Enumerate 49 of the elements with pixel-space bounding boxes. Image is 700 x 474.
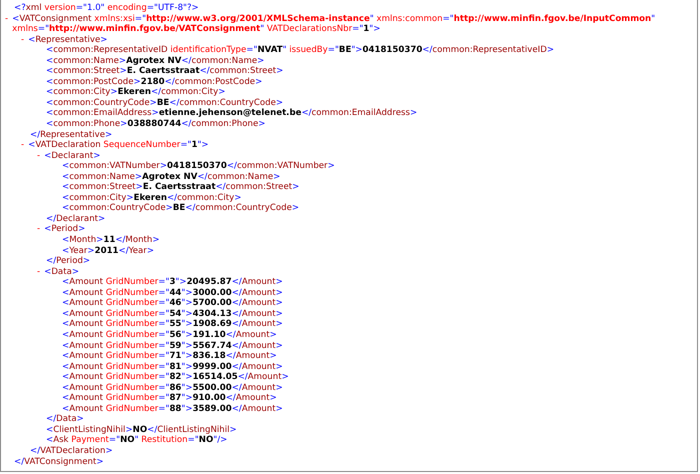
xml-line: <common:VATNumber>0418150370</common:VATNumber> xyxy=(62,161,336,172)
xml-line: <common:PostCode>2180</common:PostCode> xyxy=(46,76,264,88)
collapse-toggle[interactable]: - xyxy=(37,224,40,236)
xml-line: <common:CountryCode>BE</common:CountryCode> xyxy=(46,98,284,108)
xml-line: </VATConsignment> xyxy=(14,456,105,468)
xml-line: <Amount GridNumber="54">4304.13</Amount> xyxy=(62,308,284,320)
xml-line: <Amount GridNumber="55">1908.69</Amount> xyxy=(62,319,284,330)
xml-line: <common:RepresentativeID identificationType="NVAT" issuedBy="BE">0418150370</common:RepresentativeID> xyxy=(46,45,556,56)
xml-line: <Data> xyxy=(44,266,80,278)
xml-line: <common:Name>Agrotex NV</common:Name> xyxy=(46,56,266,66)
xml-line: <common:Street>E. Caertsstraat</common:Street> xyxy=(46,66,284,77)
xml-line: <VATConsignment xmlns:xsi="http://www.w3.org/2001/XMLSchema-instance" xmlns:common="http://www.minfin.fgov.be/InputCommon" xmlns="http://www.minfin.fgov.be/VATConsignment" VATDeclarationsNbr="1"> xyxy=(12,14,656,35)
xml-line: <Amount GridNumber="88">3589.00</Amount> xyxy=(62,404,284,414)
xml-line: </Period> xyxy=(46,256,92,267)
xml-line: <Period> xyxy=(44,224,86,236)
xml-line: </Data> xyxy=(46,414,85,425)
xml-line: <ClientListingNihil>NO</ClientListingNihil> xyxy=(46,424,238,436)
xml-line: <common:City>Ekeren</common:City> xyxy=(62,192,242,204)
xml-line: <common:Name>Agrotex NV</common:Name> xyxy=(62,172,282,182)
xml-line: <common:Street>E. Caertsstraat</common:Street> xyxy=(62,182,300,193)
xml-line: <common:City>Ekeren</common:City> xyxy=(46,87,226,98)
collapse-toggle[interactable]: - xyxy=(21,34,24,46)
xml-line: <Ask Payment="NO" Restitution="NO"/> xyxy=(46,435,228,446)
xml-line: </VATDeclaration> xyxy=(30,446,114,457)
xml-line: <Month>11</Month> xyxy=(62,235,161,246)
xml-line: <Declarant> xyxy=(44,150,102,162)
xml-line: </Representative> xyxy=(30,130,114,140)
collapse-toggle[interactable]: - xyxy=(21,140,24,151)
xml-line: <Amount GridNumber="71">836.18</Amount> xyxy=(62,351,278,362)
collapse-toggle[interactable]: - xyxy=(37,266,40,278)
xml-line: <Year>2011</Year> xyxy=(62,246,156,256)
xml-line: <common:EmailAddress>etienne.jehenson@telenet.be</common:EmailAddress> xyxy=(46,108,418,120)
xml-line: <Amount GridNumber="86">5500.00</Amount> xyxy=(62,382,284,394)
xml-line: </Declarant> xyxy=(46,214,106,224)
collapse-toggle[interactable]: - xyxy=(5,14,8,24)
xml-line: <Amount GridNumber="46">5700.00</Amount> xyxy=(62,298,284,309)
xml-line: <Amount GridNumber="44">3000.00</Amount> xyxy=(62,288,284,298)
xml-line: <Amount GridNumber="82">16514.05</Amount> xyxy=(62,372,290,383)
xml-line: <Representative> xyxy=(28,34,108,46)
xml-line: <Amount GridNumber="87">910.00</Amount> xyxy=(62,393,278,404)
xml-line: <Amount GridNumber="59">5567.74</Amount> xyxy=(62,340,284,352)
xml-line: <common:CountryCode>BE</common:CountryCode> xyxy=(62,203,300,214)
xml-line: <common:Phone>038880744</common:Phone> xyxy=(46,119,266,130)
xml-declaration: <?xml version="1.0" encoding="UTF-8"?> xyxy=(14,3,200,14)
collapse-toggle[interactable]: - xyxy=(37,150,40,162)
xml-line: <VATDeclaration SequenceNumber="1"> xyxy=(28,140,210,151)
xml-line: <Amount GridNumber="3">20495.87</Amount> xyxy=(62,277,284,288)
xml-line: <Amount GridNumber="56">191.10</Amount> xyxy=(62,330,278,340)
xml-line: <Amount GridNumber="81">9999.00</Amount> xyxy=(62,362,284,372)
